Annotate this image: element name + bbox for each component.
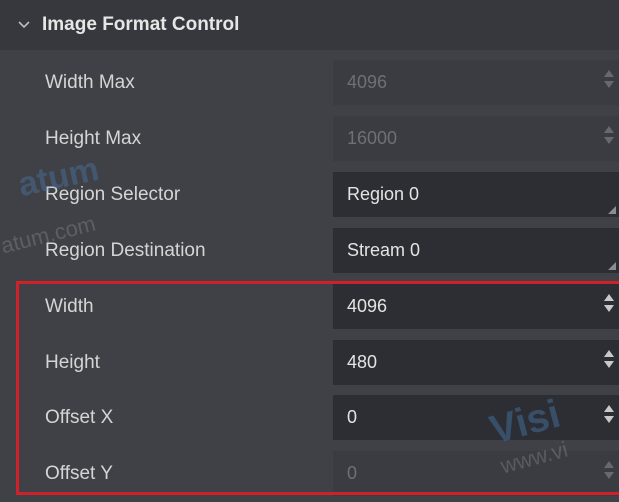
field-value: 4096 [347, 72, 388, 92]
height-max-spinbox: 16000 [333, 116, 619, 161]
section-header-image-format-control[interactable]: Image Format Control [0, 0, 619, 50]
spin-up-icon[interactable] [604, 350, 614, 357]
offset-x-spinbox[interactable]: 0 [333, 395, 619, 440]
spin-up-icon[interactable] [604, 294, 614, 301]
field-value: 16000 [347, 128, 398, 148]
field-value: Stream 0 [347, 240, 421, 260]
row-height-max: Height Max 16000 [0, 111, 619, 167]
spin-down-icon[interactable] [604, 361, 614, 368]
row-offset-x: Offset X 0 [0, 390, 619, 446]
row-label: Height Max [45, 128, 142, 149]
spin-up-icon[interactable] [604, 405, 614, 412]
row-region-selector: Region Selector Region 0 [0, 167, 619, 223]
region-destination-dropdown[interactable]: Stream 0 [333, 228, 619, 273]
field-value: 0 [347, 463, 358, 483]
field-value: Region 0 [347, 184, 420, 204]
row-label: Offset X [45, 407, 114, 428]
field-value: 4096 [347, 296, 388, 316]
spin-buttons [604, 459, 614, 489]
row-width-max: Width Max 4096 [0, 55, 619, 111]
dropdown-corner-icon [608, 206, 616, 214]
dropdown-corner-icon [608, 262, 616, 270]
row-label: Height [45, 352, 100, 373]
properties-panel: Image Format Control Width Max 4096 Heig… [0, 0, 619, 497]
spin-buttons[interactable] [604, 292, 614, 322]
row-label: Region Destination [45, 240, 206, 261]
spin-buttons [604, 68, 614, 98]
spin-buttons[interactable] [604, 348, 614, 378]
row-label: Offset Y [45, 463, 113, 484]
row-region-destination: Region Destination Stream 0 [0, 223, 619, 279]
spin-up-icon [604, 70, 614, 77]
row-label: Width Max [45, 72, 135, 93]
spin-down-icon[interactable] [604, 305, 614, 312]
row-offset-y: Offset Y 0 [0, 446, 619, 502]
height-spinbox[interactable]: 480 [333, 340, 619, 385]
spin-up-icon [604, 126, 614, 133]
width-max-spinbox: 4096 [333, 60, 619, 105]
spin-up-icon [604, 461, 614, 468]
spin-down-icon [604, 472, 614, 479]
row-label: Region Selector [45, 184, 181, 205]
chevron-down-icon[interactable] [18, 19, 30, 31]
row-width: Width 4096 [0, 279, 619, 335]
region-selector-dropdown[interactable]: Region 0 [333, 172, 619, 217]
section-title: Image Format Control [42, 14, 240, 35]
width-spinbox[interactable]: 4096 [333, 284, 619, 329]
row-label: Width [45, 296, 94, 317]
spin-buttons [604, 124, 614, 154]
field-value: 480 [347, 352, 378, 372]
row-height: Height 480 [0, 335, 619, 391]
spin-down-icon [604, 81, 614, 88]
spin-buttons[interactable] [604, 403, 614, 433]
spin-down-icon[interactable] [604, 416, 614, 423]
field-value: 0 [347, 407, 358, 427]
spin-down-icon [604, 137, 614, 144]
offset-y-spinbox: 0 [333, 451, 619, 496]
